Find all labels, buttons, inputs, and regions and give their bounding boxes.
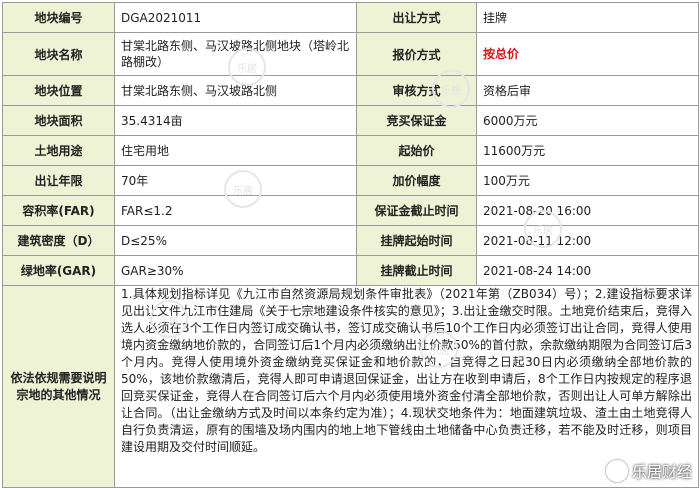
other-conditions-text: 1.具体规划指标详见《九江市自然资源局规划条件审批表》（2021年第（ZB034… <box>121 287 692 452</box>
other-conditions-label: 依法依规需要说明宗地的其他情况 <box>2 285 115 488</box>
other-conditions-text-cell: 1.具体规划指标详见《九江市自然资源局规划条件审批表》（2021年第（ZB034… <box>114 285 699 488</box>
starting-price-label: 起始价 <box>356 135 477 166</box>
deposit-deadline-label: 保证金截止时间 <box>356 195 477 226</box>
parcel-info-table: 地块编号 DGA2021011 出让方式 挂牌 地块名称 甘棠北路东侧、马汉坡路… <box>2 2 699 488</box>
corner-watermark: 乐居财经 <box>605 460 692 482</box>
table-row: 出让年限 70年 加价幅度 100万元 <box>2 165 699 196</box>
corner-watermark-text: 乐居财经 <box>631 462 692 481</box>
table-row: 地块位置 甘棠北路东侧、马汉坡路北侧 审核方式 资格后审 <box>2 75 699 106</box>
transfer-method-value: 挂牌 <box>476 2 699 33</box>
parcel-name-label: 地块名称 <box>2 32 115 76</box>
land-use-value: 住宅用地 <box>114 135 357 166</box>
parcel-location-value: 甘棠北路东侧、马汉坡路北侧 <box>114 75 357 106</box>
increment-value: 100万元 <box>476 165 699 196</box>
brand-logo-icon <box>605 460 628 482</box>
table-row: 地块面积 35.4314亩 竞买保证金 6000万元 <box>2 105 699 136</box>
green-ratio-value: GAR≥30% <box>114 255 357 286</box>
listing-end-value: 2021-08-24 14:00 <box>476 255 699 286</box>
land-use-label: 土地用途 <box>2 135 115 166</box>
parcel-location-label: 地块位置 <box>2 75 115 106</box>
review-method-value: 资格后审 <box>476 75 699 106</box>
term-value: 70年 <box>114 165 357 196</box>
increment-label: 加价幅度 <box>356 165 477 196</box>
quote-method-value: 按总价 <box>476 32 699 76</box>
table-row: 土地用途 住宅用地 起始价 11600万元 <box>2 135 699 166</box>
table-row: 地块名称 甘棠北路东侧、马汉坡路北侧地块（塔岭北路棚改） 报价方式 按总价 <box>2 32 699 76</box>
density-value: D≤25% <box>114 225 357 256</box>
table-row: 容积率(FAR) FAR≤1.2 保证金截止时间 2021-08-20 16:0… <box>2 195 699 226</box>
listing-start-label: 挂牌起始时间 <box>356 225 477 256</box>
term-label: 出让年限 <box>2 165 115 196</box>
table-row: 依法依规需要说明宗地的其他情况 1.具体规划指标详见《九江市自然资源局规划条件审… <box>2 285 699 488</box>
table-row: 绿地率(GAR) GAR≥30% 挂牌截止时间 2021-08-24 14:00 <box>2 255 699 286</box>
parcel-id-label: 地块编号 <box>2 2 115 33</box>
review-method-label: 审核方式 <box>356 75 477 106</box>
quote-method-label: 报价方式 <box>356 32 477 76</box>
parcel-area-value: 35.4314亩 <box>114 105 357 136</box>
parcel-name-value: 甘棠北路东侧、马汉坡路北侧地块（塔岭北路棚改） <box>114 32 357 76</box>
far-label: 容积率(FAR) <box>2 195 115 226</box>
density-label: 建筑密度（D） <box>2 225 115 256</box>
table-row: 地块编号 DGA2021011 出让方式 挂牌 <box>2 2 699 33</box>
deposit-deadline-value: 2021-08-20 16:00 <box>476 195 699 226</box>
starting-price-value: 11600万元 <box>476 135 699 166</box>
far-value: FAR≤1.2 <box>114 195 357 226</box>
transfer-method-label: 出让方式 <box>356 2 477 33</box>
deposit-label: 竞买保证金 <box>356 105 477 136</box>
listing-end-label: 挂牌截止时间 <box>356 255 477 286</box>
deposit-value: 6000万元 <box>476 105 699 136</box>
green-ratio-label: 绿地率(GAR) <box>2 255 115 286</box>
listing-start-value: 2021-08-11 12:00 <box>476 225 699 256</box>
parcel-area-label: 地块面积 <box>2 105 115 136</box>
parcel-id-value: DGA2021011 <box>114 2 357 33</box>
table-row: 建筑密度（D） D≤25% 挂牌起始时间 2021-08-11 12:00 <box>2 225 699 256</box>
